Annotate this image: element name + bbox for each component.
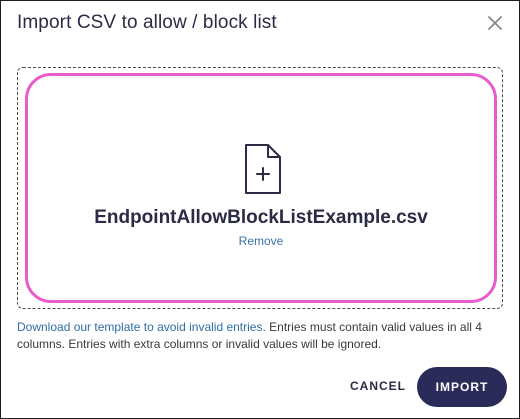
- help-text: Download our template to avoid invalid e…: [17, 319, 507, 353]
- remove-file-link[interactable]: Remove: [18, 234, 504, 248]
- file-name: EndpointAllowBlockListExample.csv: [94, 207, 428, 228]
- import-csv-dialog: Import CSV to allow / block list Endpoin…: [0, 0, 520, 419]
- cancel-button[interactable]: CANCEL: [345, 371, 411, 401]
- close-icon: [488, 16, 502, 30]
- close-button[interactable]: [485, 13, 505, 33]
- file-dropzone[interactable]: EndpointAllowBlockListExample.csv Remove: [17, 67, 503, 309]
- download-template-link[interactable]: Download our template to avoid invalid e…: [17, 320, 266, 334]
- dialog-title: Import CSV to allow / block list: [17, 12, 277, 33]
- file-add-icon: [245, 144, 281, 194]
- import-button[interactable]: IMPORT: [417, 367, 507, 407]
